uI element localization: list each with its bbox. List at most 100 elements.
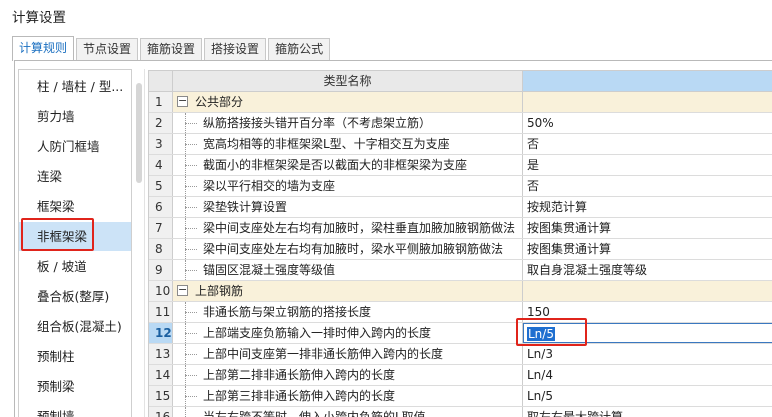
table-row[interactable]: 5 梁以平行相交的墙为支座 否 bbox=[149, 176, 772, 197]
sidebar-item-shear-wall[interactable]: 剪力墙 bbox=[19, 102, 131, 131]
sidebar-item-precast-column[interactable]: 预制柱 bbox=[19, 342, 131, 371]
tab-calc-rules[interactable]: 计算规则 bbox=[12, 36, 75, 61]
collapse-icon[interactable]: − bbox=[177, 95, 188, 107]
sidebar-item-civil-defense-door[interactable]: 人防门框墙 bbox=[19, 132, 131, 161]
setting-label: 锚固区混凝土强度等级值 bbox=[203, 263, 336, 277]
setting-label: 上部第二排非通长筋伸入跨内的长度 bbox=[203, 368, 396, 382]
value-cell[interactable]: 按规范计算 bbox=[523, 197, 772, 217]
row-number: 2 bbox=[149, 113, 173, 133]
setting-name-cell: 梁中间支座处左右均有加腋时，梁柱垂直加腋加腋钢筋做法 bbox=[173, 218, 523, 238]
tree-guide-branch bbox=[185, 333, 197, 334]
table-row[interactable]: 14 上部第二排非通长筋伸入跨内的长度 Ln/4 bbox=[149, 365, 772, 386]
table-row[interactable]: 4 截面小的非框架梁是否以截面大的非框架梁为支座 是 bbox=[149, 155, 772, 176]
setting-name-cell: 纵筋搭接接头错开百分率（不考虑架立筋） bbox=[173, 113, 523, 133]
setting-name-cell: 截面小的非框架梁是否以截面大的非框架梁为支座 bbox=[173, 155, 523, 175]
sidebar-scrollbar-thumb[interactable] bbox=[136, 83, 142, 183]
value-cell[interactable]: Ln/3 bbox=[523, 344, 772, 364]
row-number: 13 bbox=[149, 344, 173, 364]
sidebar-item-precast-beam[interactable]: 预制梁 bbox=[19, 372, 131, 401]
setting-name-cell: 梁中间支座处左右均有加腋时，梁水平侧腋加腋钢筋做法 bbox=[173, 239, 523, 259]
tree-guide-branch bbox=[185, 312, 197, 313]
table-row[interactable]: 6 梁垫铁计算设置 按规范计算 bbox=[149, 197, 772, 218]
value-cell[interactable]: 按图集贯通计算 bbox=[523, 218, 772, 238]
window-title: 计算设置 bbox=[12, 10, 66, 26]
row-number: 10 bbox=[149, 281, 173, 301]
value-cell[interactable]: 是 bbox=[523, 155, 772, 175]
group-row[interactable]: 10− 上部钢筋 bbox=[149, 281, 772, 302]
table-row[interactable]: 8 梁中间支座处左右均有加腋时，梁水平侧腋加腋钢筋做法 按图集贯通计算 bbox=[149, 239, 772, 260]
value-cell[interactable]: Ln/5 bbox=[523, 386, 772, 406]
tree-guide-branch bbox=[185, 165, 197, 166]
sidebar-item-non-frame-beam[interactable]: 非框架梁 bbox=[19, 222, 131, 251]
setting-name-cell: 上部端支座负筋输入一排时伸入跨内的长度 bbox=[173, 323, 523, 343]
tree-guide-branch bbox=[185, 207, 197, 208]
setting-label: 纵筋搭接接头错开百分率（不考虑架立筋） bbox=[203, 116, 432, 130]
table-row[interactable]: 11 非通长筋与架立钢筋的搭接长度 150 bbox=[149, 302, 772, 323]
tab-stirrup-formula[interactable]: 箍筋公式 bbox=[268, 38, 331, 60]
table-row[interactable]: 3 宽高均相等的非框架梁L型、十字相交互为支座 否 bbox=[149, 134, 772, 155]
value-input[interactable]: Ln/5 bbox=[523, 323, 772, 343]
tree-guide-branch bbox=[185, 228, 197, 229]
table-row[interactable]: 9 锚固区混凝土强度等级值 取自身混凝土强度等级 bbox=[149, 260, 772, 281]
component-type-list: 柱 / 墙柱 / 型... 剪力墙 人防门框墙 连梁 框架梁 非框架梁 板 / … bbox=[18, 69, 132, 417]
header-row-number bbox=[149, 71, 173, 91]
setting-label: 当左右跨不等时，伸入小跨内负筋的L取值 bbox=[203, 410, 426, 417]
setting-label: 上部第三排非通长筋伸入跨内的长度 bbox=[203, 389, 396, 403]
setting-label: 上部中间支座第一排非通长筋伸入跨内的长度 bbox=[203, 347, 444, 361]
value-cell[interactable]: 按图集贯通计算 bbox=[523, 239, 772, 259]
table-row[interactable]: 7 梁中间支座处左右均有加腋时，梁柱垂直加腋加腋钢筋做法 按图集贯通计算 bbox=[149, 218, 772, 239]
sidebar-scrollbar[interactable] bbox=[133, 69, 145, 417]
value-cell[interactable]: Ln/4 bbox=[523, 365, 772, 385]
table-row[interactable]: 2 纵筋搭接接头错开百分率（不考虑架立筋） 50% bbox=[149, 113, 772, 134]
row-number: 16 bbox=[149, 407, 173, 417]
value-cell[interactable]: 150 bbox=[523, 302, 772, 322]
selected-value-text[interactable]: Ln/5 bbox=[527, 327, 555, 341]
value-cell[interactable]: 否 bbox=[523, 134, 772, 154]
setting-name-cell: 宽高均相等的非框架梁L型、十字相交互为支座 bbox=[173, 134, 523, 154]
row-number: 1 bbox=[149, 92, 173, 112]
table-row[interactable]: 12 上部端支座负筋输入一排时伸入跨内的长度 Ln/5 bbox=[149, 323, 772, 344]
setting-label: 梁中间支座处左右均有加腋时，梁柱垂直加腋加腋钢筋做法 bbox=[203, 221, 516, 235]
sidebar-item-precast-wall[interactable]: 预制墙 bbox=[19, 402, 131, 417]
value-cell[interactable]: 否 bbox=[523, 176, 772, 196]
group-name-cell: − 公共部分 bbox=[173, 92, 523, 112]
setting-name-cell: 当左右跨不等时，伸入小跨内负筋的L取值 bbox=[173, 407, 523, 417]
setting-name-cell: 锚固区混凝土强度等级值 bbox=[173, 260, 523, 280]
sidebar-item-slab-ramp[interactable]: 板 / 坡道 bbox=[19, 252, 131, 281]
sidebar-item-column[interactable]: 柱 / 墙柱 / 型... bbox=[19, 72, 131, 101]
row-number: 11 bbox=[149, 302, 173, 322]
grid-header: 类型名称 bbox=[149, 71, 772, 92]
header-value[interactable] bbox=[523, 71, 772, 91]
table-row[interactable]: 16 当左右跨不等时，伸入小跨内负筋的L取值 取左右最大跨计算 bbox=[149, 407, 772, 417]
value-cell[interactable]: 取自身混凝土强度等级 bbox=[523, 260, 772, 280]
row-number: 12 bbox=[149, 323, 173, 343]
tree-guide-branch bbox=[185, 396, 197, 397]
group-row[interactable]: 1− 公共部分 bbox=[149, 92, 772, 113]
table-row[interactable]: 15 上部第三排非通长筋伸入跨内的长度 Ln/5 bbox=[149, 386, 772, 407]
settings-grid: 类型名称 1− 公共部分 2 纵筋搭接接头错开百分率（不考虑架立筋） 50% 3 宽高均相等… bbox=[148, 70, 772, 417]
collapse-icon[interactable]: − bbox=[177, 284, 188, 296]
table-row[interactable]: 13 上部中间支座第一排非通长筋伸入跨内的长度 Ln/3 bbox=[149, 344, 772, 365]
row-number: 9 bbox=[149, 260, 173, 280]
sidebar-item-composite-slab[interactable]: 叠合板(整厚) bbox=[19, 282, 131, 311]
tab-lap-settings[interactable]: 搭接设置 bbox=[204, 38, 267, 60]
value-cell bbox=[523, 281, 772, 301]
tree-guide-branch bbox=[185, 375, 197, 376]
sidebar-item-combined-slab[interactable]: 组合板(混凝土) bbox=[19, 312, 131, 341]
setting-label: 上部端支座负筋输入一排时伸入跨内的长度 bbox=[203, 326, 432, 340]
setting-name-cell: 梁以平行相交的墙为支座 bbox=[173, 176, 523, 196]
tab-stirrup-settings[interactable]: 箍筋设置 bbox=[140, 38, 203, 60]
setting-name-cell: 梁垫铁计算设置 bbox=[173, 197, 523, 217]
group-name-cell: − 上部钢筋 bbox=[173, 281, 523, 301]
sidebar-item-coupling-beam[interactable]: 连梁 bbox=[19, 162, 131, 191]
header-type-name[interactable]: 类型名称 bbox=[173, 71, 523, 91]
row-number: 8 bbox=[149, 239, 173, 259]
row-number: 15 bbox=[149, 386, 173, 406]
value-cell[interactable]: 取左右最大跨计算 bbox=[523, 407, 772, 417]
sidebar-item-frame-beam[interactable]: 框架梁 bbox=[19, 192, 131, 221]
setting-name-cell: 上部第三排非通长筋伸入跨内的长度 bbox=[173, 386, 523, 406]
tab-node-settings[interactable]: 节点设置 bbox=[76, 38, 139, 60]
row-number: 14 bbox=[149, 365, 173, 385]
value-cell[interactable]: 50% bbox=[523, 113, 772, 133]
group-label: 公共部分 bbox=[195, 95, 244, 109]
